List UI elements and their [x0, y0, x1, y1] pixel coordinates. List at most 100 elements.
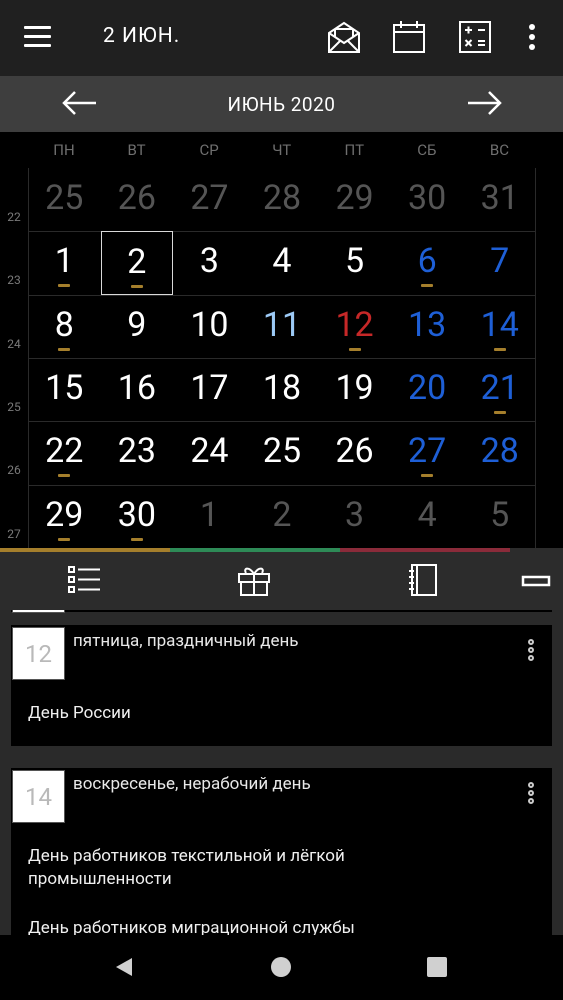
- calendar-day[interactable]: 1: [28, 231, 101, 295]
- day-number: 4: [272, 241, 292, 282]
- recents-icon[interactable]: [425, 955, 449, 979]
- day-number: 16: [117, 368, 156, 408]
- calendar-day[interactable]: 4: [391, 485, 464, 549]
- day-number: 29: [45, 494, 84, 535]
- day-number: 1: [199, 494, 219, 535]
- calendar-day[interactable]: 20: [391, 358, 464, 422]
- day-number: 11: [262, 304, 302, 345]
- arrow-right-icon[interactable]: [464, 88, 504, 118]
- calendar-day[interactable]: 26: [318, 421, 391, 485]
- calendar-day[interactable]: 9: [101, 295, 174, 359]
- home-icon[interactable]: [269, 955, 293, 979]
- calendar-day[interactable]: 12: [318, 295, 391, 359]
- event-marker: [348, 347, 361, 351]
- calendar-day[interactable]: 17: [173, 358, 246, 422]
- calendar-day[interactable]: 28: [463, 421, 536, 485]
- calendar-day[interactable]: 30: [101, 485, 174, 549]
- calendar-day[interactable]: 19: [318, 358, 391, 422]
- calendar-day[interactable]: 29: [318, 168, 391, 232]
- calendar-day[interactable]: 3: [318, 485, 391, 549]
- calendar-day[interactable]: 1: [173, 485, 246, 549]
- calculator-icon[interactable]: [457, 19, 493, 55]
- calendar-icon[interactable]: [391, 19, 427, 55]
- calendar-day[interactable]: 25: [28, 168, 101, 232]
- calendar-day[interactable]: 2: [100, 231, 174, 295]
- calendar-day[interactable]: 30: [391, 168, 464, 232]
- weekday-label: СР: [199, 141, 219, 159]
- calendar-day[interactable]: 21: [463, 358, 536, 422]
- calendar-day[interactable]: 10: [173, 295, 246, 359]
- day-number: 1: [54, 241, 74, 282]
- day-number: 6: [417, 241, 437, 282]
- calendar-day[interactable]: 3: [173, 231, 246, 295]
- calendar-day[interactable]: 23: [101, 421, 174, 485]
- more-vert-icon[interactable]: [514, 19, 550, 55]
- week-number: 25: [7, 400, 21, 414]
- event-title[interactable]: День работников миграционной службы: [28, 917, 428, 935]
- calendar-day[interactable]: 15: [28, 358, 101, 422]
- calendar-day[interactable]: 26: [101, 168, 174, 232]
- calendar-day[interactable]: 6: [391, 231, 464, 295]
- calendar-day[interactable]: 28: [246, 168, 319, 232]
- day-number: 4: [417, 494, 437, 535]
- event-marker: [130, 285, 143, 289]
- calendar-day[interactable]: 13: [391, 295, 464, 359]
- calendar-day[interactable]: 5: [463, 485, 536, 549]
- calendar-day[interactable]: 14: [463, 295, 536, 359]
- list-icon[interactable]: [66, 562, 104, 598]
- day-number: 15: [45, 368, 84, 408]
- day-number: 23: [117, 431, 156, 472]
- weekday-label: ВС: [489, 141, 509, 159]
- day-number: 2: [127, 242, 147, 283]
- calendar-day[interactable]: 8: [28, 295, 101, 359]
- calendar-day[interactable]: 25: [246, 421, 319, 485]
- day-number: 10: [190, 304, 229, 345]
- day-number: 18: [262, 368, 302, 408]
- day-number: 25: [45, 178, 84, 218]
- menu-icon[interactable]: [24, 26, 52, 48]
- weekday-header: ПН ВТ СР ЧТ ПТ СБ ВС: [0, 132, 563, 168]
- calendar-day[interactable]: 7: [463, 231, 536, 295]
- day-number: 3: [199, 241, 219, 282]
- week-number: 24: [7, 336, 21, 351]
- bottom-tabs: [0, 548, 563, 610]
- calendar-day[interactable]: 16: [101, 358, 174, 422]
- gift-icon[interactable]: [235, 562, 273, 598]
- day-badge-number: 14: [25, 783, 52, 811]
- system-navigation-bar: [0, 935, 563, 1000]
- calendar-day[interactable]: 22: [28, 421, 101, 485]
- calendar-day[interactable]: 11: [246, 295, 319, 359]
- day-number: 26: [117, 178, 156, 218]
- event-title[interactable]: День России: [28, 702, 428, 725]
- notebook-icon[interactable]: [404, 562, 442, 598]
- event-card[interactable]: 12 пятница, праздничный день День России: [11, 625, 552, 746]
- week-number: 23: [7, 273, 21, 288]
- event-card[interactable]: 14 воскресенье, нерабочий день День работн…: [11, 768, 552, 935]
- day-number: 31: [480, 178, 519, 218]
- day-number: 30: [117, 494, 156, 535]
- events-list: 12 пятница, праздничный день День России 14…: [0, 610, 563, 935]
- calendar-day[interactable]: 24: [173, 421, 246, 485]
- calendar-day[interactable]: 29: [28, 485, 101, 549]
- calendar-day[interactable]: 31: [463, 168, 536, 232]
- calendar-day[interactable]: 27: [173, 168, 246, 232]
- calendar-day[interactable]: 5: [318, 231, 391, 295]
- weekday-label: ЧТ: [272, 141, 292, 159]
- more-options-icon[interactable]: [528, 782, 538, 812]
- weekday-label: ВТ: [127, 141, 146, 159]
- calendar-grid: 25 26 27 28 29 30 31 1 2 3 4 5 6 7 8 9 10 11 12 13 14 15 16 17 1…: [28, 168, 536, 548]
- calendar-day[interactable]: 4: [246, 231, 319, 295]
- event-marker: [421, 474, 434, 478]
- week-number: 22: [7, 210, 21, 224]
- day-number: 21: [480, 368, 519, 408]
- app-toolbar: 2 ИЮН.: [0, 0, 563, 76]
- back-icon[interactable]: [112, 955, 136, 979]
- calendar-day[interactable]: 27: [391, 421, 464, 485]
- event-title[interactable]: День работников текстильной и лёгкой про…: [28, 845, 428, 891]
- more-options-icon[interactable]: [528, 639, 538, 669]
- calendar-day[interactable]: 2: [246, 485, 319, 549]
- event-marker: [58, 347, 71, 351]
- collapse-icon[interactable]: [520, 562, 552, 598]
- calendar-day[interactable]: 18: [246, 358, 319, 422]
- mail-icon[interactable]: [326, 19, 362, 55]
